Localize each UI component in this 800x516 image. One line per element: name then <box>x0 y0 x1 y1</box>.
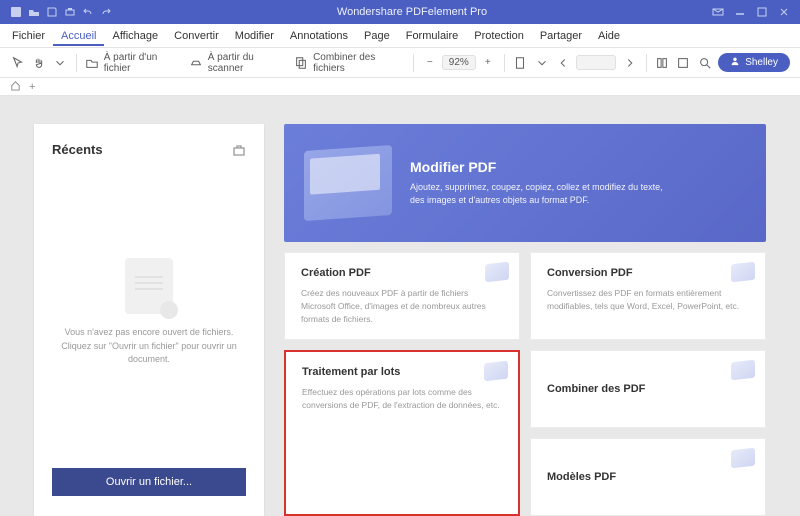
convert-pdf-icon <box>731 262 755 283</box>
combine-icon <box>294 55 309 71</box>
menu-fichier[interactable]: Fichier <box>4 26 53 46</box>
from-scanner-button[interactable]: À partir du scanner <box>189 52 288 74</box>
zoom-out-icon[interactable]: − <box>422 55 438 71</box>
window-title: Wondershare PDFelement Pro <box>112 6 712 18</box>
edit-pdf-title: Modifier PDF <box>410 159 670 175</box>
separator <box>413 54 414 72</box>
next-page-icon[interactable] <box>622 55 637 71</box>
combine-pdf-title: Combiner des PDF <box>547 383 749 395</box>
open-icon[interactable] <box>28 6 40 18</box>
separator <box>76 54 77 72</box>
templates-pdf-icon <box>731 448 755 469</box>
page-icon[interactable] <box>513 55 528 71</box>
user-name: Shelley <box>745 57 778 68</box>
page-number-field[interactable] <box>576 55 616 70</box>
home-tab-icon[interactable] <box>10 80 21 94</box>
convert-pdf-title: Conversion PDF <box>547 267 749 279</box>
layout-icon[interactable] <box>676 55 691 71</box>
redo-icon[interactable] <box>100 6 112 18</box>
save-icon[interactable] <box>46 6 58 18</box>
maximize-icon[interactable] <box>756 6 768 18</box>
recents-empty-text: Vous n'avez pas encore ouvert de fichier… <box>52 326 246 367</box>
view-mode-icon[interactable] <box>655 55 670 71</box>
combine-files-button[interactable]: Combiner des fichiers <box>294 52 405 74</box>
batch-process-card[interactable]: Traitement par lots Effectuez des opérat… <box>284 350 520 516</box>
batch-process-desc: Effectuez des opérations par lots comme … <box>302 386 502 412</box>
menu-partager[interactable]: Partager <box>532 26 590 46</box>
prev-page-icon[interactable] <box>555 55 570 71</box>
menu-page[interactable]: Page <box>356 26 398 46</box>
menu-annotations[interactable]: Annotations <box>282 26 356 46</box>
recents-panel: Récents Vous n'avez pas encore ouvert de… <box>34 124 264 516</box>
empty-document-icon <box>125 258 173 314</box>
menu-protection[interactable]: Protection <box>466 26 532 46</box>
zoom-in-icon[interactable]: + <box>480 55 496 71</box>
create-pdf-title: Création PDF <box>301 267 503 279</box>
templates-pdf-card[interactable]: Modèles PDF <box>530 438 766 516</box>
convert-pdf-card[interactable]: Conversion PDF Convertissez des PDF en f… <box>530 252 766 340</box>
undo-icon[interactable] <box>82 6 94 18</box>
menu-affichage[interactable]: Affichage <box>104 26 166 46</box>
folder-icon <box>85 55 100 71</box>
close-icon[interactable] <box>778 6 790 18</box>
edit-pdf-illustration <box>304 145 392 221</box>
combine-pdf-card[interactable]: Combiner des PDF <box>530 350 766 428</box>
create-pdf-desc: Créez des nouveaux PDF à partir de fichi… <box>301 287 503 325</box>
briefcase-icon[interactable] <box>232 143 246 157</box>
from-file-label: À partir d'un fichier <box>104 52 183 74</box>
toolbar: À partir d'un fichier À partir du scanne… <box>0 48 800 78</box>
menu-aide[interactable]: Aide <box>590 26 628 46</box>
titlebar-left-icons <box>0 6 112 18</box>
user-button[interactable]: Shelley <box>718 53 790 72</box>
pointer-tool-icon[interactable] <box>10 55 25 71</box>
combine-files-label: Combiner des fichiers <box>313 52 405 74</box>
convert-pdf-desc: Convertissez des PDF en formats entièrem… <box>547 287 749 313</box>
batch-process-title: Traitement par lots <box>302 366 502 378</box>
home-content: Récents Vous n'avez pas encore ouvert de… <box>0 96 800 516</box>
edit-pdf-hero[interactable]: Modifier PDF Ajoutez, supprimez, coupez,… <box>284 124 766 242</box>
menu-formulaire[interactable]: Formulaire <box>398 26 467 46</box>
from-scanner-label: À partir du scanner <box>208 52 288 74</box>
from-file-button[interactable]: À partir d'un fichier <box>85 52 183 74</box>
menu-modifier[interactable]: Modifier <box>227 26 282 46</box>
title-bar: Wondershare PDFelement Pro <box>0 0 800 24</box>
hand-tool-icon[interactable] <box>31 55 46 71</box>
edit-pdf-desc: Ajoutez, supprimez, coupez, copiez, coll… <box>410 181 670 208</box>
scanner-icon <box>189 55 204 71</box>
search-icon[interactable] <box>697 55 712 71</box>
recents-heading: Récents <box>52 142 103 157</box>
menu-convertir[interactable]: Convertir <box>166 26 227 46</box>
user-icon <box>730 56 740 69</box>
menu-bar: FichierAccueilAffichageConvertirModifier… <box>0 24 800 48</box>
batch-process-icon <box>484 361 508 382</box>
chevron-down-icon[interactable] <box>52 55 67 71</box>
app-logo-icon <box>10 6 22 18</box>
create-pdf-card[interactable]: Création PDF Créez des nouveaux PDF à pa… <box>284 252 520 340</box>
tab-strip: + <box>0 78 800 96</box>
templates-pdf-title: Modèles PDF <box>547 471 749 483</box>
minimize-icon[interactable] <box>734 6 746 18</box>
menu-accueil[interactable]: Accueil <box>53 26 104 46</box>
zoom-value[interactable]: 92% <box>442 55 476 70</box>
mail-icon[interactable] <box>712 6 724 18</box>
separator <box>504 54 505 72</box>
open-file-button[interactable]: Ouvrir un fichier... <box>52 468 246 496</box>
combine-pdf-icon <box>731 360 755 381</box>
create-pdf-icon <box>485 262 509 283</box>
chevron-down-icon[interactable] <box>534 55 549 71</box>
new-tab-icon[interactable]: + <box>29 81 35 93</box>
separator <box>646 54 647 72</box>
print-icon[interactable] <box>64 6 76 18</box>
